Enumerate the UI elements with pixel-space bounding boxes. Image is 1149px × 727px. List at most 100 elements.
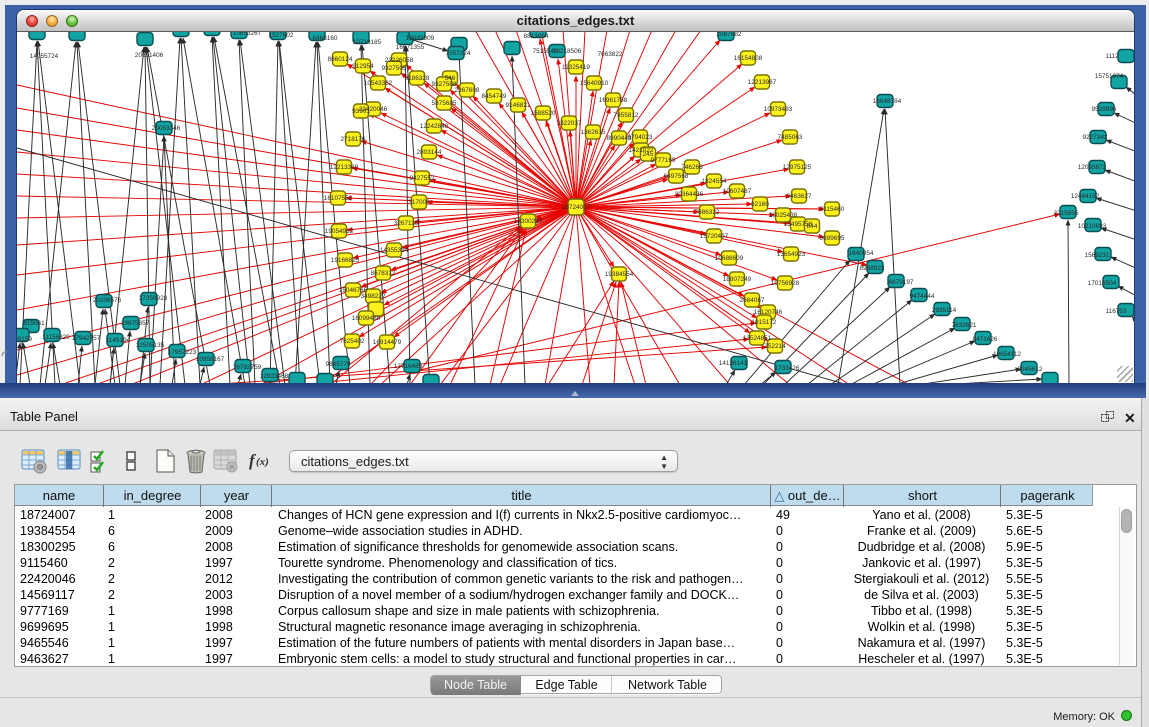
svg-text:2684067: 2684067 bbox=[740, 297, 765, 304]
svg-text:3267110: 3267110 bbox=[394, 220, 419, 227]
svg-text:12923468: 12923468 bbox=[260, 373, 289, 380]
svg-text:10973493: 10973493 bbox=[764, 106, 793, 113]
svg-text:9699695: 9699695 bbox=[820, 235, 845, 242]
svg-text:16648784: 16648784 bbox=[873, 98, 902, 105]
svg-text:10958167: 10958167 bbox=[196, 356, 225, 363]
svg-text:9115460: 9115460 bbox=[820, 206, 845, 213]
svg-text:9474444: 9474444 bbox=[910, 293, 935, 300]
svg-text:1824554: 1824554 bbox=[702, 178, 727, 185]
svg-text:1145194: 1145194 bbox=[106, 337, 131, 344]
svg-text:9327505: 9327505 bbox=[382, 65, 407, 72]
svg-text:12242848: 12242848 bbox=[420, 123, 449, 130]
svg-text:14355394: 14355394 bbox=[380, 247, 409, 254]
svg-text:9845779: 9845779 bbox=[326, 361, 351, 368]
svg-text:1615172: 1615172 bbox=[752, 319, 777, 326]
svg-text:1588520: 1588520 bbox=[531, 110, 556, 117]
svg-text:9227342: 9227342 bbox=[1083, 134, 1108, 141]
svg-text:7955812: 7955812 bbox=[614, 112, 639, 119]
svg-text:2718176: 2718176 bbox=[341, 136, 366, 143]
svg-text:9463627: 9463627 bbox=[787, 193, 812, 200]
svg-text:8186328: 8186328 bbox=[405, 75, 430, 82]
svg-text:20691406: 20691406 bbox=[135, 52, 164, 59]
svg-text:252214: 252214 bbox=[764, 343, 786, 350]
svg-text:815061: 815061 bbox=[23, 320, 45, 327]
svg-text:7357224: 7357224 bbox=[446, 50, 471, 57]
svg-text:2087682: 2087682 bbox=[717, 32, 742, 38]
svg-text:1569231: 1569231 bbox=[1085, 252, 1110, 259]
svg-text:9327508: 9327508 bbox=[432, 81, 457, 88]
svg-text:18724007: 18724007 bbox=[562, 204, 591, 211]
svg-text:10719185: 10719185 bbox=[353, 39, 382, 46]
svg-text:8938923: 8938923 bbox=[860, 265, 885, 272]
svg-text:10653267: 10653267 bbox=[233, 32, 262, 37]
svg-text:9146821: 9146821 bbox=[506, 102, 531, 109]
svg-text:13524851: 13524851 bbox=[743, 335, 772, 342]
svg-text:3215955: 3215955 bbox=[1054, 210, 1079, 217]
svg-text:19054932: 19054932 bbox=[325, 228, 354, 235]
svg-text:16671355: 16671355 bbox=[396, 44, 425, 51]
svg-text:116753: 116753 bbox=[1106, 308, 1127, 315]
svg-text:11156829: 11156829 bbox=[42, 334, 70, 341]
svg-text:19756928: 19756928 bbox=[771, 280, 800, 287]
svg-text:746266: 746266 bbox=[681, 164, 703, 171]
svg-text:19166825: 19166825 bbox=[331, 257, 360, 264]
svg-text:16099488: 16099488 bbox=[352, 315, 381, 322]
svg-text:15751074: 15751074 bbox=[1095, 73, 1124, 80]
svg-text:17942757: 17942757 bbox=[72, 335, 101, 342]
svg-text:14055724: 14055724 bbox=[30, 53, 59, 60]
svg-text:12444152: 12444152 bbox=[1071, 193, 1100, 200]
svg-text:6497568: 6497568 bbox=[664, 173, 689, 180]
svg-text:7625402: 7625402 bbox=[340, 338, 365, 345]
svg-text:12213369: 12213369 bbox=[330, 164, 359, 171]
svg-text:23226058: 23226058 bbox=[385, 57, 414, 64]
svg-text:7886322: 7886322 bbox=[695, 209, 720, 216]
svg-text:1640954: 1640954 bbox=[849, 250, 874, 257]
svg-text:16782759: 16782759 bbox=[233, 364, 262, 371]
svg-text:16033809: 16033809 bbox=[406, 35, 435, 42]
svg-text:2367608: 2367608 bbox=[455, 87, 480, 94]
svg-text:6879197: 6879197 bbox=[889, 279, 914, 286]
svg-text:18300295: 18300295 bbox=[514, 218, 543, 225]
svg-text:20206576: 20206576 bbox=[93, 297, 122, 304]
svg-text:12213967: 12213967 bbox=[748, 79, 777, 86]
svg-text:7485063: 7485063 bbox=[778, 134, 803, 141]
svg-text:8660124: 8660124 bbox=[328, 56, 353, 63]
svg-text:10688609: 10688609 bbox=[715, 255, 744, 262]
svg-text:20053346: 20053346 bbox=[152, 125, 181, 132]
svg-text:1112: 1112 bbox=[1105, 53, 1119, 60]
svg-text:5875685: 5875685 bbox=[432, 100, 457, 107]
svg-text:(x): (x) bbox=[256, 456, 269, 468]
svg-text:62160: 62160 bbox=[751, 201, 769, 208]
svg-text:7632621: 7632621 bbox=[952, 322, 977, 329]
svg-text:15720407: 15720407 bbox=[700, 233, 729, 240]
svg-text:39159: 39159 bbox=[17, 336, 32, 343]
svg-text:7663822: 7663822 bbox=[598, 51, 623, 58]
svg-text:2803144: 2803144 bbox=[417, 149, 442, 156]
svg-text:3498222: 3498222 bbox=[361, 293, 386, 300]
svg-text:17957223: 17957223 bbox=[168, 349, 197, 356]
svg-text:9529996: 9529996 bbox=[1092, 106, 1117, 113]
svg-text:9245612: 9245612 bbox=[1018, 366, 1043, 373]
svg-text:19975857: 19975857 bbox=[121, 320, 150, 327]
svg-text:17359928: 17359928 bbox=[139, 295, 168, 302]
svg-text:12975125: 12975125 bbox=[783, 164, 812, 171]
svg-text:10607487: 10607487 bbox=[723, 188, 752, 195]
svg-text:18807249: 18807249 bbox=[723, 276, 752, 283]
svg-text:12093872: 12093872 bbox=[1078, 164, 1107, 171]
svg-text:17016504: 17016504 bbox=[1088, 280, 1117, 287]
svg-text:13654923: 13654923 bbox=[777, 251, 806, 258]
svg-text:1733426: 1733426 bbox=[775, 365, 800, 372]
svg-text:16154808: 16154808 bbox=[734, 55, 763, 62]
svg-text:1527602: 1527602 bbox=[269, 32, 294, 39]
svg-text:6794023: 6794023 bbox=[628, 134, 653, 141]
svg-text:317008: 317008 bbox=[408, 199, 430, 206]
svg-text:15640910: 15640910 bbox=[580, 80, 609, 87]
svg-text:10025438: 10025438 bbox=[769, 212, 798, 219]
svg-text:19384554: 19384554 bbox=[605, 271, 634, 278]
svg-text:16107552: 16107552 bbox=[324, 195, 353, 202]
svg-text:1362615: 1362615 bbox=[581, 129, 606, 136]
svg-text:1322037: 1322037 bbox=[557, 120, 582, 127]
svg-text:10210693: 10210693 bbox=[1078, 223, 1107, 230]
svg-text:14136141: 14136141 bbox=[719, 360, 748, 367]
svg-text:8471626: 8471626 bbox=[973, 336, 998, 343]
